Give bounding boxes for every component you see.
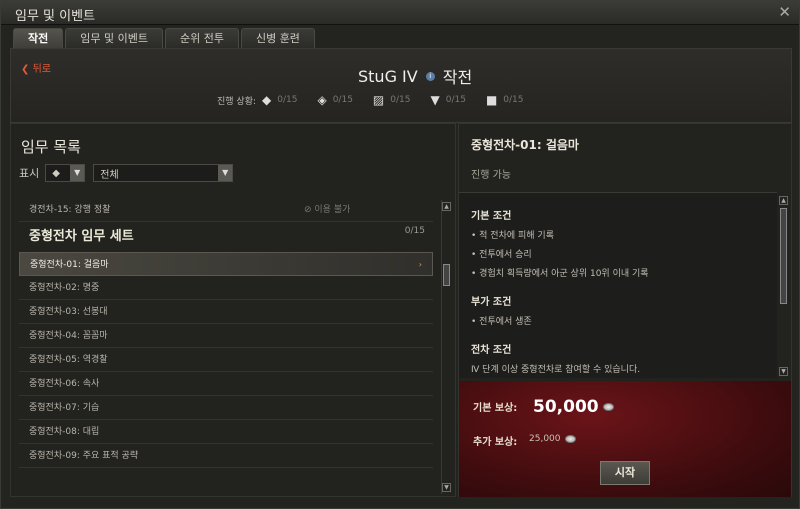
lock-icon: ⊘ (304, 205, 315, 215)
back-button[interactable]: ❮ 뒤로 (21, 60, 51, 75)
locked-mission-row[interactable]: 경전차-15: 강행 정찰 ⊘ 이용 불가 (19, 198, 433, 222)
chevron-right-icon: › (418, 260, 422, 269)
operation-header: ❮ 뒤로 StuG IV i 작전 진행 상황: ◆ 0/15 ◈ 0/15 ▨ 0/… (10, 48, 792, 123)
conditions-box: 기본 조건 • 적 전차에 피해 기록 • 전투에서 승리 • 경험치 획득량에… (459, 192, 777, 378)
mission-label: 중형전차-05: 역경찰 (29, 355, 108, 365)
progress-label: 진행 상황: (217, 96, 257, 107)
chevron-left-icon: ❮ (21, 64, 33, 75)
mission-set-header: 중형전차 임무 세트 0/15 (19, 222, 433, 252)
extra-reward-value: 25,000 (529, 434, 576, 444)
operation-title: StuG IV i 작전 (358, 64, 472, 88)
mission-detail-title: 중형전차-01: 걸음마 (471, 138, 579, 152)
credits-icon (564, 435, 576, 443)
extra-reward-label: 추가 보상: (473, 437, 518, 448)
mission-detail-panel: 중형전차-01: 걸음마 진행 가능 기본 조건 • 적 전차에 피해 기록 •… (458, 123, 792, 497)
filter-bar: 표시 ◆ ▼ 전체 ▼ (19, 164, 234, 182)
progress-count: 0/15 (332, 95, 353, 105)
list-item[interactable]: 중형전차-09: 주요 표적 공략 (19, 444, 433, 468)
mission-label: 경전차-15: 강행 정찰 (29, 205, 111, 215)
tab-ranked-battles[interactable]: 순위 전투 (164, 28, 239, 48)
progress-count: 0/15 (503, 95, 524, 105)
mission-set-title: 중형전차 임무 세트 (29, 229, 134, 244)
mission-list-scrollbar[interactable]: ▲ ▼ (441, 200, 451, 494)
square-icon: ■ (485, 93, 498, 107)
tab-operations[interactable]: 작전 (13, 28, 64, 48)
vehicle-type-dropdown[interactable]: ◆ ▼ (45, 164, 86, 182)
mission-list: 경전차-15: 강행 정찰 ⊘ 이용 불가 중형전차 임무 세트 0/15 중형전차… (19, 198, 433, 494)
scroll-down-icon[interactable]: ▼ (442, 483, 451, 492)
mission-label: 중형전차-02: 명중 (29, 283, 100, 293)
chevron-down-icon: ▼ (70, 165, 85, 181)
progress-bar: 진행 상황: ◆ 0/15 ◈ 0/15 ▨ 0/15 ▼ 0/15 ■ 0/15 (217, 93, 538, 107)
progress-count: 0/15 (445, 95, 466, 105)
tab-recruit-training[interactable]: 신병 훈련 (240, 28, 315, 48)
list-item[interactable]: 중형전차-06: 속사 (19, 372, 433, 396)
mission-label: 중형전차-06: 속사 (29, 379, 100, 389)
list-item[interactable]: 중형전차-05: 역경찰 (19, 348, 433, 372)
mission-label: 중형전차-08: 대립 (29, 427, 100, 437)
diamond-icon: ◆ (262, 93, 272, 107)
stripes-icon: ▨ (372, 93, 385, 107)
conditions-scrollbar[interactable]: ▲ ▼ (779, 196, 788, 376)
extra-conditions-title: 부가 조건 (471, 297, 512, 308)
chevron-icon: ◈ (317, 93, 327, 107)
list-item[interactable]: 중형전차-08: 대립 (19, 420, 433, 444)
tank-conditions-title: 전차 조건 (471, 345, 512, 356)
scroll-up-icon[interactable]: ▲ (779, 196, 788, 205)
progress-count: 0/15 (390, 95, 411, 105)
list-item[interactable]: 중형전차-04: 꼼꼼마 (19, 324, 433, 348)
scroll-up-icon[interactable]: ▲ (442, 202, 451, 211)
reward-panel: 기본 보상: 50,000 추가 보상: 25,000 시작 (459, 381, 791, 497)
base-reward-amount: 50,000 (533, 397, 599, 417)
list-item[interactable]: 중형전차-07: 기습 (19, 396, 433, 420)
operation-mode: 작전 (442, 68, 473, 87)
tank-icon: ◆ (52, 167, 60, 179)
info-icon[interactable]: i (425, 71, 435, 81)
condition-item: • 전투에서 승리 (471, 250, 532, 260)
progress-count: 0/15 (277, 95, 298, 105)
mission-label: 중형전차-03: 선봉대 (29, 307, 108, 317)
window-title: 임무 및 이벤트 (15, 9, 96, 24)
scroll-down-icon[interactable]: ▼ (779, 367, 788, 376)
scroll-thumb[interactable] (443, 264, 450, 286)
mission-list-panel: 임무 목록 표시 ◆ ▼ 전체 ▼ 경전차-15: 강행 정찰 ⊘ 이용 불가 중형전… (10, 123, 456, 497)
tank-condition-text: Ⅳ 단계 이상 중형전차로 참여할 수 있습니다. (471, 365, 641, 375)
filter-dropdown[interactable]: 전체 ▼ (93, 164, 234, 182)
tab-missions-events[interactable]: 임무 및 이벤트 (65, 28, 163, 48)
condition-item: • 경험치 획득량에서 아군 상위 10위 이내 기록 (471, 269, 649, 279)
base-reward-value: 50,000 (533, 397, 614, 417)
mission-label: 중형전차-07: 기습 (29, 403, 100, 413)
mission-set-count: 0/15 (404, 226, 425, 236)
filter-label: 표시 (19, 167, 40, 180)
mission-label: 중형전차-04: 꼼꼼마 (29, 331, 108, 341)
scroll-thumb[interactable] (780, 208, 787, 304)
missions-window: 임무 및 이벤트 ✕ 작전 임무 및 이벤트 순위 전투 신병 훈련 ❮ 뒤로 … (0, 0, 800, 509)
base-reward-label: 기본 보상: (473, 403, 518, 414)
mission-list-title: 임무 목록 (21, 138, 81, 156)
condition-item: • 전투에서 생존 (471, 317, 532, 327)
vehicle-name: StuG IV (358, 66, 418, 86)
list-item[interactable]: 중형전차-01: 걸음마 › (19, 252, 433, 276)
mission-label: 중형전차-01: 걸음마 (30, 260, 109, 270)
credits-icon (602, 403, 614, 411)
unavailable-status: ⊘ 이용 불가 (304, 198, 350, 222)
close-icon[interactable]: ✕ (778, 3, 791, 21)
condition-item: • 적 전차에 피해 기록 (471, 231, 554, 241)
title-bar: 임무 및 이벤트 ✕ (1, 1, 799, 25)
filter-value: 전체 (100, 169, 119, 181)
list-item[interactable]: 중형전차-02: 명중 (19, 276, 433, 300)
back-label: 뒤로 (32, 64, 51, 75)
triangle-icon: ▼ (430, 93, 440, 107)
list-item[interactable]: 중형전차-03: 선봉대 (19, 300, 433, 324)
start-button[interactable]: 시작 (600, 461, 650, 485)
basic-conditions-title: 기본 조건 (471, 211, 512, 222)
mission-label: 중형전차-09: 주요 표적 공략 (29, 451, 139, 461)
unavailable-status-label: 이용 불가 (314, 205, 351, 215)
extra-reward-amount: 25,000 (529, 434, 561, 444)
tab-bar: 작전 임무 및 이벤트 순위 전투 신병 훈련 (13, 28, 315, 48)
chevron-down-icon: ▼ (218, 165, 233, 181)
mission-status: 진행 가능 (471, 170, 511, 181)
